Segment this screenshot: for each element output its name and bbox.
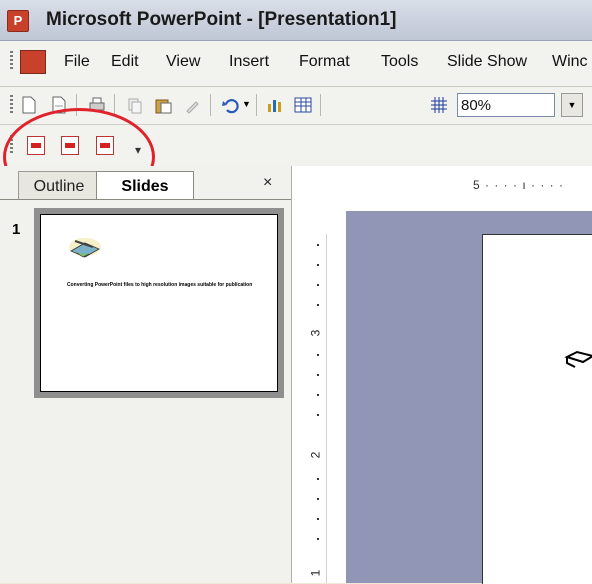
powerpoint-app-icon[interactable]: P — [7, 10, 29, 32]
toolbar-separator — [320, 94, 321, 116]
toolbar-separator — [256, 94, 257, 116]
menu-slide-show[interactable]: Slide Show — [447, 53, 527, 71]
slide-number: 1 — [12, 221, 21, 238]
close-icon[interactable]: × — [263, 174, 272, 192]
slides-pane: Outline Slides × 1 Converting PowerPoint… — [0, 166, 292, 583]
tab-divider — [0, 199, 291, 200]
horizontal-ruler: 5 · · · · ı · · · · — [473, 178, 592, 196]
ruler-tick — [317, 414, 319, 416]
vertical-ruler: 3 2 1 — [308, 234, 327, 583]
menu-edit[interactable]: Edit — [111, 53, 139, 71]
ruler-tick — [317, 498, 319, 500]
toolbar-separator — [210, 94, 211, 116]
menu-format[interactable]: Format — [299, 53, 350, 71]
ruler-tick — [317, 264, 319, 266]
copy-icon[interactable] — [126, 96, 144, 114]
ruler-tick — [317, 538, 319, 540]
tab-outline[interactable]: Outline — [18, 171, 100, 200]
menu-window[interactable]: Winc — [552, 53, 588, 71]
ruler-label: 3 — [308, 329, 323, 337]
clipart-icon — [69, 238, 101, 258]
insert-chart-icon[interactable] — [266, 96, 284, 114]
undo-icon[interactable] — [221, 96, 239, 114]
ruler-tick — [317, 244, 319, 246]
ruler-label: 2 — [308, 451, 323, 459]
menu-file[interactable]: File — [64, 53, 90, 71]
menu-bar: File Edit View Insert Format Tools Slide… — [0, 41, 592, 87]
menu-tools[interactable]: Tools — [381, 53, 418, 71]
format-painter-icon[interactable] — [184, 96, 202, 114]
clipart-fragment-icon — [564, 350, 592, 368]
zoom-dropdown-arrow[interactable]: ▼ — [561, 93, 583, 117]
new-file-icon[interactable] — [20, 96, 38, 114]
toolbar-grip[interactable] — [10, 95, 13, 115]
title-bar: P Microsoft PowerPoint - [Presentation1] — [0, 0, 592, 41]
document-icon[interactable] — [20, 50, 46, 74]
ruler-tick — [317, 354, 319, 356]
ruler-tick — [317, 304, 319, 306]
slide-thumbnail[interactable]: Converting PowerPoint files to high reso… — [34, 208, 284, 398]
undo-dropdown-arrow[interactable]: ▼ — [242, 99, 251, 109]
ruler-tick — [317, 374, 319, 376]
slide-editor: 5 · · · · ı · · · · 3 2 1 — [292, 166, 592, 584]
ruler-tick — [317, 478, 319, 480]
ruler-tick — [317, 394, 319, 396]
window-title: Microsoft PowerPoint - [Presentation1] — [46, 9, 397, 30]
tab-slides[interactable]: Slides — [96, 171, 194, 200]
ruler-tick — [317, 284, 319, 286]
insert-table-icon[interactable] — [294, 96, 312, 114]
toolbar-grip[interactable] — [10, 51, 13, 71]
zoom-input[interactable]: 80% — [457, 93, 555, 117]
menu-view[interactable]: View — [166, 53, 200, 71]
slide-canvas[interactable] — [482, 234, 592, 584]
thumbnail-caption: Converting PowerPoint files to high reso… — [67, 282, 253, 288]
ruler-label: 1 — [308, 569, 323, 577]
menu-insert[interactable]: Insert — [229, 53, 269, 71]
slide-thumbnail-page: Converting PowerPoint files to high reso… — [40, 214, 278, 392]
ruler-tick — [317, 518, 319, 520]
show-grid-icon[interactable] — [430, 96, 448, 114]
paste-icon[interactable] — [154, 96, 172, 114]
